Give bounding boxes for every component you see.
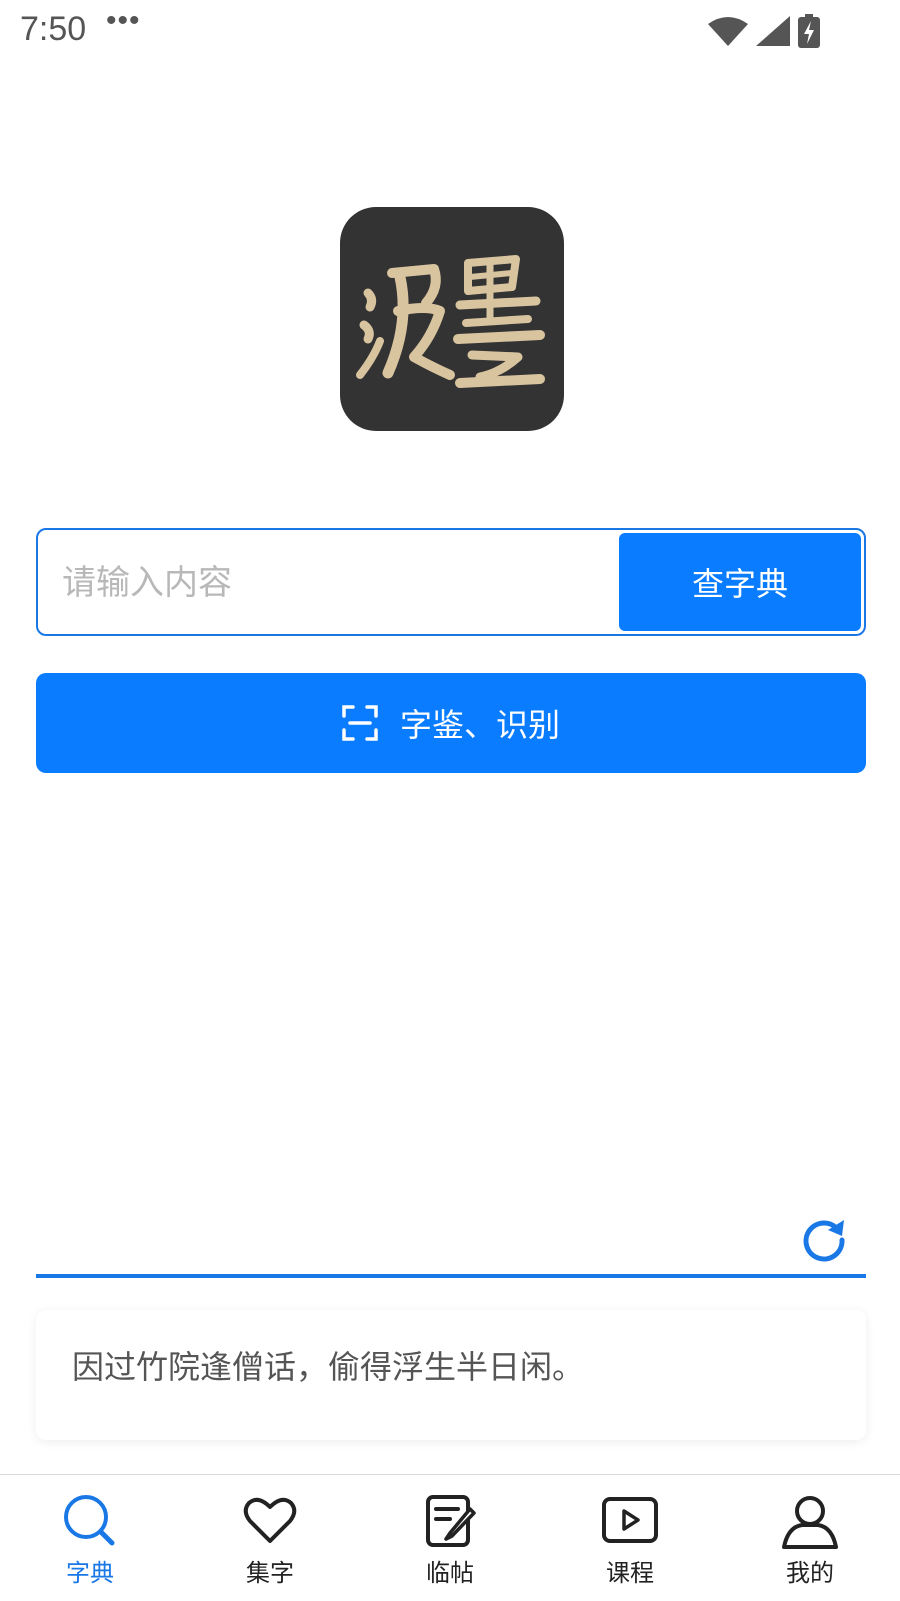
play-icon: [602, 1497, 658, 1543]
search-icon: [64, 1495, 115, 1546]
signal-icon: [756, 16, 790, 46]
search-dictionary-button[interactable]: 查字典: [619, 533, 861, 631]
nav-item-collect[interactable]: 集字: [180, 1475, 360, 1601]
wifi-icon: [708, 17, 748, 46]
app-logo: [340, 207, 564, 431]
nav-item-course[interactable]: 课程: [540, 1475, 720, 1601]
status-icons: [708, 14, 820, 48]
status-more-indicator: •••: [106, 4, 141, 37]
bottom-nav: 字典 集字 临帖 课程 我的: [0, 1474, 900, 1601]
recognize-label: 字鉴、识别: [399, 706, 560, 744]
battery-charging-icon: [798, 14, 820, 48]
user-icon: [782, 1496, 838, 1549]
nav-item-copybook[interactable]: 临帖: [360, 1475, 540, 1601]
nav-label-profile: 我的: [786, 1559, 834, 1587]
nav-item-profile[interactable]: 我的: [720, 1475, 900, 1601]
edit-note-icon: [426, 1495, 476, 1547]
nav-item-dictionary[interactable]: 字典: [0, 1475, 180, 1601]
status-bar: 7:50 •••: [0, 0, 900, 62]
nav-label-copybook: 临帖: [426, 1559, 474, 1587]
refresh-icon[interactable]: [800, 1214, 848, 1262]
divider-line: [36, 1274, 866, 1278]
search-box: 查字典: [36, 528, 866, 636]
quote-text: 因过竹院逢僧话，偷得浮生半日闲。: [72, 1348, 585, 1386]
scan-icon: [342, 705, 378, 741]
search-input[interactable]: [60, 552, 624, 614]
status-time: 7:50: [20, 10, 87, 48]
nav-label-dictionary: 字典: [66, 1559, 114, 1587]
recognize-button[interactable]: 字鉴、识别: [36, 673, 866, 773]
nav-label-course: 课程: [606, 1559, 654, 1587]
quote-card: 因过竹院逢僧话，偷得浮生半日闲。: [36, 1310, 866, 1440]
heart-icon: [243, 1497, 297, 1543]
nav-label-collect: 集字: [246, 1559, 294, 1587]
app-logo-calligraphy: [356, 255, 545, 388]
